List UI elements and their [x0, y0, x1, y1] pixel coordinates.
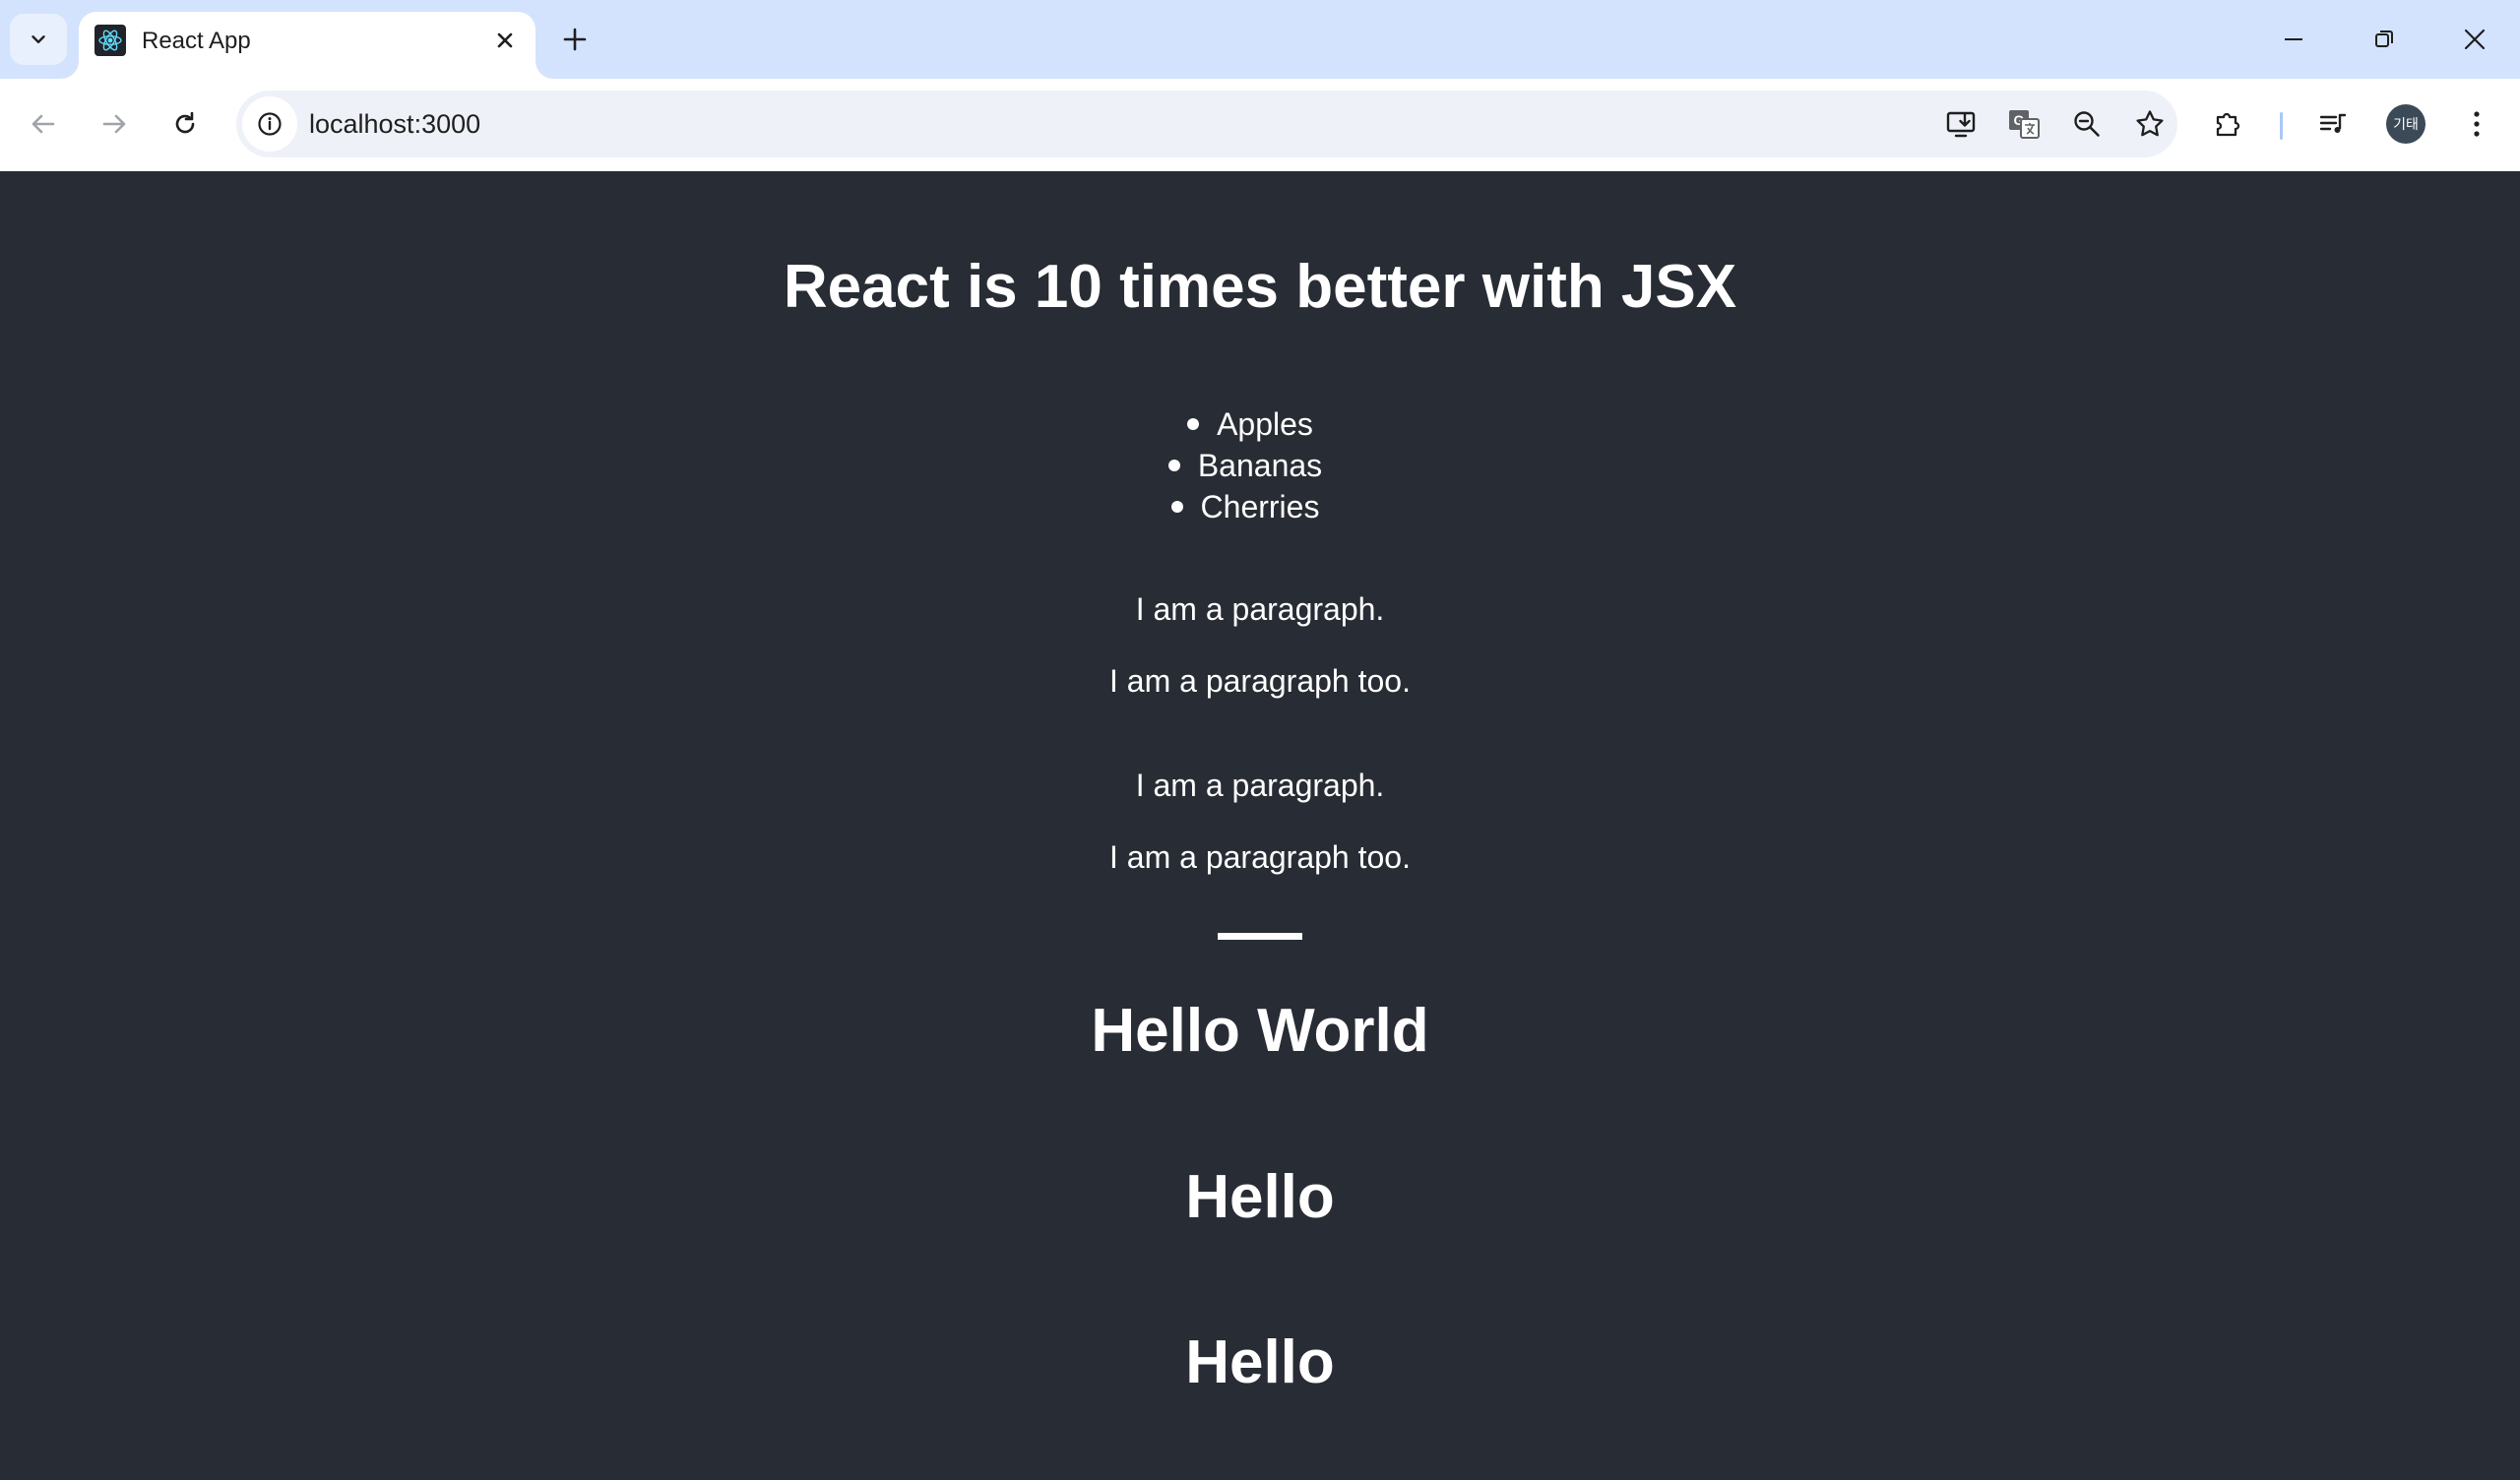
media-controls-button[interactable]	[2309, 100, 2357, 148]
more-vert-icon	[2474, 111, 2480, 137]
list-item-label: Apples	[1217, 406, 1313, 442]
close-icon	[2464, 29, 2486, 50]
translate-button[interactable]: G	[2000, 100, 2048, 148]
translate-icon: G	[2009, 110, 2040, 139]
forward-button[interactable]	[91, 100, 138, 148]
restore-button[interactable]	[2339, 0, 2429, 79]
arrow-right-icon	[102, 114, 126, 134]
reload-button[interactable]	[161, 100, 209, 148]
paragraph: I am a paragraph too.	[1109, 663, 1411, 699]
tab-search-button[interactable]	[10, 14, 67, 65]
profile-avatar[interactable]: 기태	[2386, 104, 2426, 144]
paragraph: I am a paragraph.	[1135, 768, 1385, 803]
hello-world-heading: Hello World	[1091, 997, 1429, 1065]
browser-chrome: React App localhost:3000 G 기태	[0, 0, 2520, 171]
tab-title: React App	[142, 28, 251, 54]
react-logo-icon	[94, 25, 126, 56]
back-button[interactable]	[20, 100, 67, 148]
plus-icon	[563, 28, 587, 51]
close-icon	[497, 32, 513, 48]
queue-music-icon	[2319, 113, 2347, 133]
install-desktop-icon	[1946, 111, 1976, 138]
hello-heading: Hello	[1185, 1328, 1335, 1396]
paragraph: I am a paragraph.	[1135, 591, 1385, 627]
close-window-button[interactable]	[2429, 0, 2520, 79]
page-title: React is 10 times better with JSX	[783, 253, 1737, 321]
tab-react-app[interactable]: React App	[79, 12, 536, 79]
list-item: Cherries	[0, 486, 2520, 527]
bullet-icon	[1170, 501, 1183, 513]
restore-icon	[2375, 31, 2393, 47]
list-item: Apples	[0, 403, 2520, 445]
list-item-label: Bananas	[1197, 448, 1323, 483]
site-info-button[interactable]	[242, 96, 297, 152]
zoom-out-icon	[2074, 111, 2100, 137]
hello-heading: Hello	[1185, 1163, 1335, 1231]
zoom-button[interactable]	[2063, 100, 2110, 148]
minimize-icon	[2285, 38, 2302, 40]
bullet-icon	[1167, 460, 1180, 471]
new-tab-button[interactable]	[553, 18, 597, 61]
minimize-button[interactable]	[2248, 0, 2339, 79]
url-text[interactable]: localhost:3000	[309, 106, 480, 142]
extensions-button[interactable]	[2205, 100, 2252, 148]
arrow-left-icon	[32, 114, 55, 134]
list-item-label: Cherries	[1200, 489, 1320, 524]
bullet-icon	[1187, 418, 1200, 430]
list-item: Bananas	[0, 445, 2520, 486]
tab-strip: React App	[0, 0, 2520, 79]
page-content: React is 10 times better with JSX Apples…	[0, 171, 2520, 1480]
horizontal-rule	[1218, 933, 1302, 940]
toolbar-divider	[2280, 112, 2283, 140]
reload-icon	[175, 111, 195, 134]
install-app-button[interactable]	[1937, 100, 1984, 148]
puzzle-icon	[2216, 112, 2240, 137]
browser-toolbar: localhost:3000 G 기태	[0, 79, 2520, 171]
paragraph: I am a paragraph too.	[1109, 839, 1411, 875]
chevron-down-icon	[32, 35, 45, 43]
bookmark-button[interactable]	[2126, 100, 2174, 148]
menu-button[interactable]	[2453, 100, 2500, 148]
close-tab-button[interactable]	[488, 24, 522, 57]
star-icon	[2136, 110, 2164, 137]
info-icon	[258, 112, 282, 136]
address-bar[interactable]: localhost:3000 G	[236, 91, 2177, 157]
fruit-list: Apples Bananas Cherries	[0, 403, 2520, 527]
